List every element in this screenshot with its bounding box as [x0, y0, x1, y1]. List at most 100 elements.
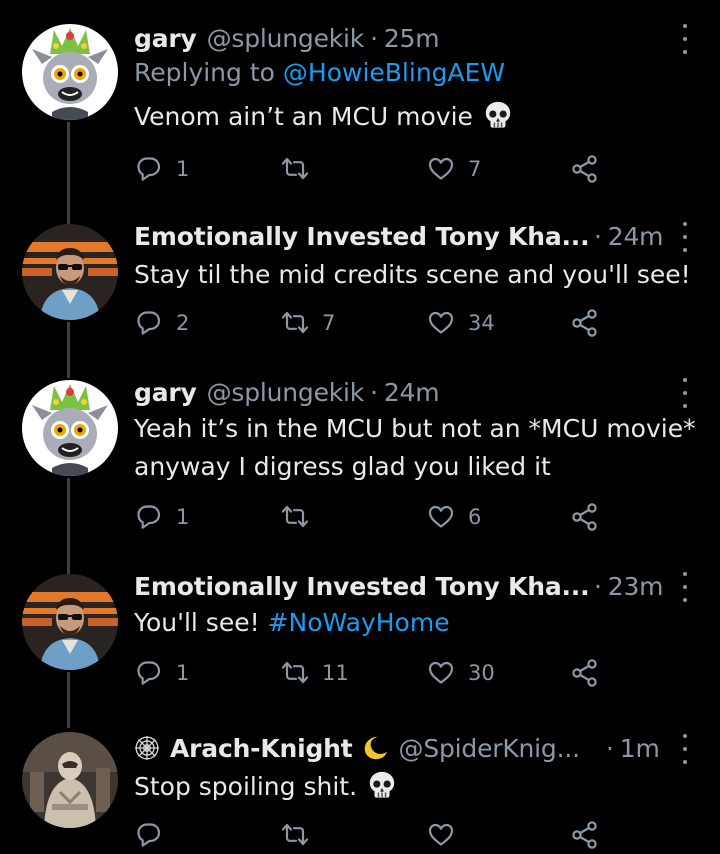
reply-button[interactable]: 1	[134, 658, 189, 688]
share-button[interactable]	[570, 658, 600, 688]
like-button[interactable]: 6	[426, 502, 481, 532]
timestamp[interactable]: 1m	[620, 734, 660, 763]
retweet-button[interactable]: 7	[280, 308, 335, 338]
heart-icon	[426, 154, 456, 184]
crescent-moon-icon	[361, 734, 389, 762]
tweet-text: You'll see! #NoWayHome	[134, 604, 450, 642]
separator: ·	[594, 221, 602, 251]
like-button[interactable]: 34	[426, 308, 495, 338]
avatar[interactable]	[22, 24, 118, 120]
timestamp[interactable]: 24m	[384, 378, 440, 407]
skull-icon	[483, 100, 513, 141]
like-button[interactable]	[426, 820, 456, 850]
share-icon	[570, 658, 600, 688]
author-name[interactable]: Arach-Knight	[170, 734, 353, 763]
reply-icon	[134, 658, 164, 688]
tweet[interactable]: gary @splungekik · 24m Yeah it’s in the …	[0, 372, 720, 552]
author-handle[interactable]: @splungekik	[207, 378, 365, 407]
tweet[interactable]: Arach-Knight @SpiderKnig... · 1m Stop sp…	[0, 728, 720, 854]
reply-icon	[134, 308, 164, 338]
heart-icon	[426, 658, 456, 688]
replying-to: Replying to @HowieBlingAEW	[134, 58, 505, 87]
author-handle[interactable]: @splungekik	[207, 24, 365, 53]
tweet-text-line: Stop spoiling shit.	[134, 772, 358, 801]
tweet-text-line: Venom ain’t an MCU movie	[134, 102, 473, 131]
reply-count: 1	[176, 661, 190, 685]
retweet-count: 11	[322, 661, 349, 685]
share-button[interactable]	[570, 308, 600, 338]
retweet-button[interactable]	[280, 502, 322, 532]
author-name[interactable]: Emotionally Invested Tony Kha...	[134, 222, 590, 251]
avatar[interactable]	[22, 574, 118, 670]
tweet-header: gary @splungekik · 25m	[134, 18, 440, 58]
tweet-text: Stay til the mid credits scene and you'l…	[134, 256, 691, 294]
tweet-text-line: Stay til the mid credits scene and you'l…	[134, 260, 691, 289]
reply-button[interactable]: 1	[134, 154, 189, 184]
retweet-button[interactable]	[280, 154, 322, 184]
more-options-icon[interactable]	[680, 572, 690, 602]
share-icon	[570, 502, 600, 532]
heart-icon	[426, 502, 456, 532]
avatar[interactable]	[22, 380, 118, 476]
separator: ·	[370, 23, 378, 53]
tweet[interactable]: gary @splungekik · 25m Replying to @Howi…	[0, 18, 720, 193]
avatar[interactable]	[22, 224, 118, 320]
heart-icon	[426, 820, 456, 850]
retweet-icon	[280, 658, 310, 688]
like-count: 7	[468, 157, 482, 181]
more-options-icon[interactable]	[680, 24, 690, 54]
retweet-button[interactable]: 11	[280, 658, 349, 688]
hashtag-link[interactable]: #NoWayHome	[268, 608, 450, 637]
share-button[interactable]	[570, 154, 600, 184]
like-count: 6	[468, 505, 482, 529]
tweet-header: Emotionally Invested Tony Kha...	[134, 566, 590, 606]
retweet-icon	[280, 154, 310, 184]
reply-icon	[134, 502, 164, 532]
separator: ·	[606, 733, 614, 763]
separator: ·	[594, 571, 602, 601]
tweet-actions: 1 11 30	[134, 658, 614, 692]
more-options-icon[interactable]	[680, 222, 690, 252]
tweet-header: Arach-Knight @SpiderKnig...	[134, 728, 580, 768]
retweet-icon	[280, 502, 310, 532]
more-options-icon[interactable]	[680, 378, 690, 408]
retweet-icon	[280, 308, 310, 338]
share-button[interactable]	[570, 502, 600, 532]
reply-button[interactable]: 1	[134, 502, 189, 532]
reply-count: 1	[176, 505, 190, 529]
reply-count: 2	[176, 311, 190, 335]
timestamp[interactable]: 25m	[384, 24, 440, 53]
like-count: 30	[468, 661, 495, 685]
tweet-actions: 1 7	[134, 154, 614, 188]
like-button[interactable]: 30	[426, 658, 495, 688]
more-options-icon[interactable]	[680, 734, 690, 764]
mention-link[interactable]: @HowieBlingAEW	[283, 58, 505, 87]
tweet-header: Emotionally Invested Tony Kha...	[134, 216, 590, 256]
tweet[interactable]: Emotionally Invested Tony Kha... · 24m S…	[0, 216, 720, 356]
share-button[interactable]	[570, 820, 600, 850]
tweet-actions: 2 7 34	[134, 308, 614, 342]
reply-button[interactable]	[134, 820, 164, 850]
tweet-time: · 23m	[588, 566, 664, 606]
timestamp[interactable]: 23m	[608, 572, 664, 601]
timestamp[interactable]: 24m	[608, 222, 664, 251]
reply-count: 1	[176, 157, 190, 181]
tweet-text-line: Yeah it’s in the MCU but not an *MCU mov…	[134, 414, 696, 443]
replying-prefix: Replying to	[134, 58, 275, 87]
author-name[interactable]: Emotionally Invested Tony Kha...	[134, 572, 590, 601]
share-icon	[570, 820, 600, 850]
retweet-button[interactable]	[280, 820, 310, 850]
tweet[interactable]: Emotionally Invested Tony Kha... · 23m Y…	[0, 566, 720, 706]
like-button[interactable]: 7	[426, 154, 481, 184]
reply-icon	[134, 820, 164, 850]
retweet-icon	[280, 820, 310, 850]
skull-icon	[367, 770, 397, 811]
spiderweb-icon	[134, 735, 160, 761]
reply-button[interactable]: 2	[134, 308, 189, 338]
author-name[interactable]: gary	[134, 378, 197, 407]
separator: ·	[370, 377, 378, 407]
author-name[interactable]: gary	[134, 24, 197, 53]
author-handle[interactable]: @SpiderKnig...	[399, 734, 581, 763]
avatar[interactable]	[22, 732, 118, 828]
share-icon	[570, 308, 600, 338]
